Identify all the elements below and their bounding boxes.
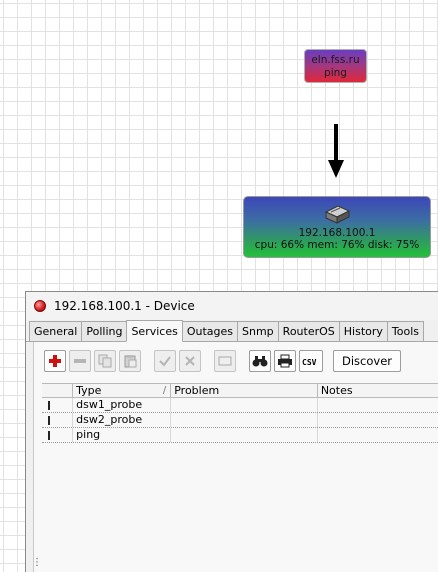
tab-routeros[interactable]: RouterOS: [277, 321, 340, 341]
resize-grip-icon[interactable]: ⋮: [32, 557, 42, 568]
remove-icon: [74, 359, 86, 363]
tab-polling[interactable]: Polling: [81, 321, 128, 341]
cell-notes: [318, 428, 438, 442]
cell-notes: [318, 398, 438, 412]
table-header: Type / Problem Notes: [42, 383, 438, 398]
device-ip-label: 192.168.100.1: [298, 227, 376, 239]
csv-icon: CSV: [302, 358, 317, 367]
column-header-problem[interactable]: Problem: [171, 384, 318, 397]
paste-icon: [124, 355, 137, 368]
tab-history[interactable]: History: [338, 321, 388, 341]
cell-type: dsw2_probe: [73, 413, 172, 427]
cell-notes: [318, 413, 438, 427]
column-header-check[interactable]: [42, 384, 74, 397]
table-row[interactable]: ping: [42, 428, 438, 443]
tab-outages[interactable]: Outages: [181, 321, 239, 341]
remove-button[interactable]: [69, 350, 91, 372]
add-button[interactable]: [44, 350, 66, 372]
link-arrow-shaft: [334, 124, 338, 162]
services-panel: CSV Discover Type / Problem Notes dsw1_p…: [26, 342, 438, 572]
row-status-icon: [48, 401, 50, 410]
row-marker: [42, 413, 74, 427]
device-node[interactable]: 192.168.100.1 cpu: 66% mem: 76% disk: 75…: [243, 196, 431, 258]
csv-button[interactable]: CSV: [299, 350, 323, 372]
sort-indicator: /: [162, 385, 167, 396]
tab-general[interactable]: General: [29, 321, 83, 341]
services-table: Type / Problem Notes dsw1_probe dsw2_pro…: [42, 383, 438, 443]
copy-button[interactable]: [94, 350, 116, 372]
disable-button[interactable]: [179, 350, 201, 372]
tab-tools[interactable]: Tools: [386, 321, 425, 341]
enable-icon: [159, 356, 171, 367]
ping-node-host: eln.fss.ru: [311, 54, 360, 66]
row-status-icon: [48, 431, 50, 440]
print-button[interactable]: [274, 350, 296, 372]
tab-snmp[interactable]: Snmp: [237, 321, 279, 341]
table-row[interactable]: dsw1_probe: [42, 398, 438, 413]
paste-button[interactable]: [119, 350, 141, 372]
disable-icon: [185, 356, 195, 366]
row-marker: [42, 398, 74, 412]
comment-button[interactable]: [214, 350, 236, 372]
router-icon: [324, 205, 351, 224]
device-window: 192.168.100.1 - Device General Polling S…: [25, 291, 438, 572]
row-marker: [42, 428, 74, 442]
find-icon: [252, 356, 268, 367]
device-stats-label: cpu: 66% mem: 76% disk: 75%: [254, 239, 420, 251]
find-button[interactable]: [249, 350, 271, 372]
ping-service-node[interactable]: eln.fss.ru ping: [304, 49, 367, 83]
window-title: 192.168.100.1 - Device: [54, 299, 195, 313]
ping-node-service: ping: [324, 67, 347, 79]
row-status-icon: [48, 416, 50, 425]
panel-left-edge: [26, 342, 34, 572]
window-titlebar[interactable]: 192.168.100.1 - Device: [26, 292, 438, 320]
add-icon: [49, 355, 61, 367]
column-header-type-label: Type: [76, 384, 102, 397]
cell-problem: [171, 428, 318, 442]
column-header-type[interactable]: Type /: [73, 384, 172, 397]
cell-type: dsw1_probe: [73, 398, 172, 412]
cell-problem: [171, 398, 318, 412]
comment-icon: [218, 356, 232, 366]
link-arrow-head: [328, 160, 344, 178]
csv-label: CSV: [302, 358, 317, 367]
cell-problem: [171, 413, 318, 427]
window-app-icon: [34, 300, 46, 312]
print-icon: [278, 354, 292, 368]
copy-icon: [98, 354, 112, 368]
discover-button[interactable]: Discover: [333, 350, 402, 372]
table-row[interactable]: dsw2_probe: [42, 413, 438, 428]
tab-services[interactable]: Services: [126, 320, 183, 342]
cell-type: ping: [73, 428, 172, 442]
enable-button[interactable]: [154, 350, 176, 372]
column-header-notes[interactable]: Notes: [318, 384, 438, 397]
tab-bar: General Polling Services Outages Snmp Ro…: [26, 320, 438, 342]
services-toolbar: CSV Discover: [26, 342, 438, 380]
